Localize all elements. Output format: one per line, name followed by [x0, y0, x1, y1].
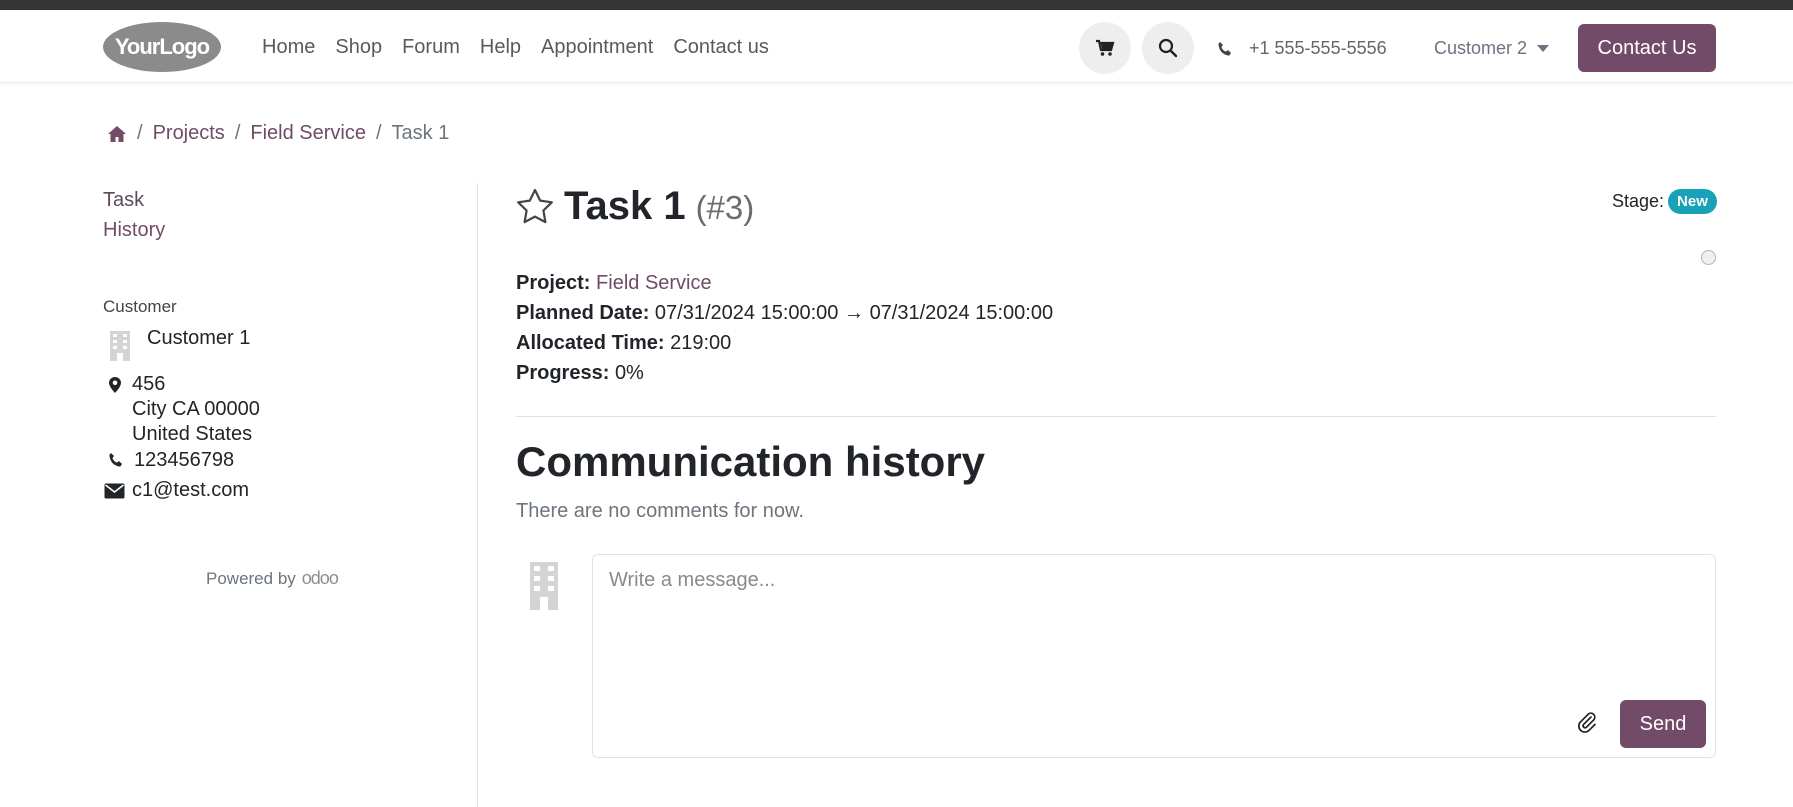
field-allocated-time: Allocated Time: 219:00 [516, 328, 1053, 358]
cart-button[interactable] [1079, 22, 1131, 74]
main-nav: Home Shop Forum Help Appointment Contact… [262, 36, 789, 59]
send-button[interactable]: Send [1620, 700, 1706, 748]
nav-forum[interactable]: Forum [402, 36, 460, 59]
field-planned-date: Planned Date: 07/31/2024 15:00:00 → 07/3… [516, 298, 1053, 328]
project-label: Project: [516, 272, 591, 294]
customer-name: Customer 1 [147, 327, 251, 349]
stage: Stage: New [1612, 189, 1717, 214]
cart-icon [1096, 39, 1115, 56]
communication-history-title: Communication history [516, 438, 986, 485]
nav-home[interactable]: Home [262, 36, 315, 59]
phone-icon [1218, 41, 1231, 56]
planned-date-end: 07/31/2024 15:00:00 [869, 302, 1054, 324]
breadcrumb-separator: / [137, 122, 143, 144]
no-comments-text: There are no comments for now. [516, 500, 804, 522]
address-line-1: 456 [132, 373, 166, 395]
field-progress: Progress: 0% [516, 358, 1053, 388]
company-avatar-icon [530, 562, 558, 610]
logo-text: YourLogo [115, 34, 210, 59]
kanban-state-indicator[interactable] [1701, 250, 1716, 265]
task-ref: (#3) [695, 189, 755, 226]
powered-by: Powered by odoo [206, 568, 339, 589]
message-input[interactable] [593, 555, 1715, 695]
task-title: Task 1 (#3) [564, 184, 754, 229]
odoo-logo[interactable]: odoo [302, 568, 339, 589]
paperclip-icon[interactable] [1577, 711, 1597, 733]
arrow-right-icon: → [844, 302, 864, 324]
breadcrumb: / Projects / Field Service / Task 1 [107, 122, 449, 145]
message-composer: Send [592, 554, 1716, 758]
nav-appointment[interactable]: Appointment [541, 36, 653, 59]
progress-label: Progress: [516, 362, 610, 384]
envelope-icon [104, 483, 125, 499]
search-icon [1158, 38, 1178, 58]
contact-us-button[interactable]: Contact Us [1578, 24, 1716, 72]
star-icon[interactable] [516, 188, 554, 224]
address-line-2: City CA 00000 [132, 398, 260, 420]
top-strip [0, 0, 1793, 10]
sidebar-item-task[interactable]: Task [103, 185, 473, 215]
home-icon[interactable] [107, 125, 127, 143]
breadcrumb-projects[interactable]: Projects [153, 122, 225, 145]
stage-badge: New [1668, 189, 1717, 214]
phone-icon [109, 453, 122, 467]
customer-address: 456 City CA 00000 United States [132, 372, 260, 447]
field-project: Project: Field Service [516, 268, 1053, 298]
progress-value: 0% [614, 362, 644, 384]
breadcrumb-separator: / [234, 122, 241, 144]
user-name: Customer 2 [1434, 38, 1528, 58]
sidebar-item-history[interactable]: History [103, 215, 473, 245]
customer-label: Customer [103, 297, 177, 316]
company-avatar-icon [110, 331, 130, 361]
powered-by-label: Powered by [206, 568, 296, 588]
site-header: YourLogo Home Shop Forum Help Appointmen… [0, 10, 1793, 83]
allocated-time-label: Allocated Time: [516, 332, 665, 354]
customer-phone: 123456798 [134, 449, 235, 471]
logo[interactable]: YourLogo [102, 21, 222, 73]
customer-email: c1@test.com [132, 479, 250, 501]
breadcrumb-current: Task 1 [391, 122, 450, 144]
planned-date-label: Planned Date: [516, 302, 650, 324]
project-link[interactable]: Field Service [596, 272, 712, 294]
nav-shop[interactable]: Shop [335, 36, 382, 59]
chevron-down-icon [1537, 45, 1550, 52]
planned-date-start: 07/31/2024 15:00:00 [654, 302, 839, 324]
breadcrumb-separator: / [375, 122, 382, 144]
header-phone[interactable]: +1 555-555-5556 [1217, 38, 1387, 59]
header-phone-number: +1 555-555-5556 [1249, 38, 1387, 58]
user-menu[interactable]: Customer 2 [1434, 38, 1550, 59]
sidebar-divider [477, 183, 478, 807]
address-line-3: United States [132, 423, 253, 445]
nav-contact-us[interactable]: Contact us [673, 36, 769, 59]
breadcrumb-field-service[interactable]: Field Service [250, 122, 366, 145]
task-fields: Project: Field Service Planned Date: 07/… [516, 268, 1053, 388]
search-button[interactable] [1142, 22, 1194, 74]
sidebar-nav: Task History [103, 185, 473, 245]
nav-help[interactable]: Help [480, 36, 521, 59]
task-name: Task 1 [564, 184, 686, 228]
section-divider [516, 416, 1716, 417]
map-marker-icon [109, 377, 121, 393]
allocated-time-value: 219:00 [670, 332, 732, 354]
stage-label: Stage: [1612, 191, 1665, 211]
